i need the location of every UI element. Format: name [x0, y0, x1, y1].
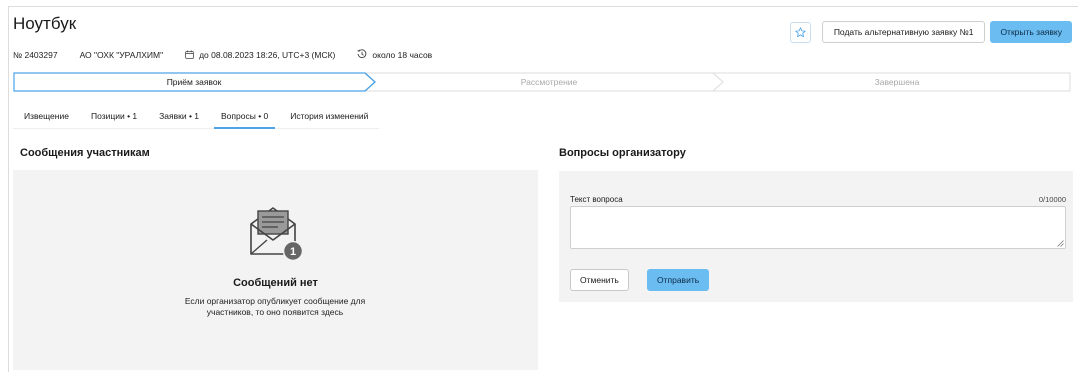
empty-state-title: Сообщений нет — [233, 277, 318, 289]
stage-progress: Приём заявок Рассмотрение Завершена — [13, 72, 1071, 92]
tab-applications[interactable]: Заявки • 1 — [148, 103, 210, 128]
deadline-text: до 08.08.2023 18:26, UTC+3 (МСК) — [199, 50, 336, 60]
questions-panel: Текст вопроса 0/10000 Отменить Отправить — [559, 171, 1073, 302]
tab-bar: Извещение Позиции • 1 Заявки • 1 Вопросы… — [13, 103, 380, 129]
favorite-button[interactable] — [789, 21, 811, 43]
tab-positions[interactable]: Позиции • 1 — [80, 103, 148, 128]
organization-name: АО "ОХК "УРАЛХИМ" — [80, 50, 164, 60]
tab-notice[interactable]: Извещение — [13, 103, 80, 128]
tab-questions[interactable]: Вопросы • 0 — [210, 103, 279, 129]
procedure-number-text: № 2403297 — [13, 50, 58, 60]
time-left: около 18 часов — [357, 49, 432, 61]
character-counter: 0/10000 — [1038, 195, 1066, 204]
page-title: Ноутбук — [13, 14, 77, 33]
question-textarea[interactable] — [570, 206, 1066, 249]
message-count-badge: 1 — [290, 246, 296, 258]
calendar-icon — [185, 49, 194, 61]
stage-completed: Завершена — [874, 77, 920, 87]
stage-receiving: Приём заявок — [166, 77, 222, 87]
alternative-application-button[interactable]: Подать альтернативную заявку №1 — [821, 21, 986, 43]
procedure-number: № 2403297 — [13, 50, 58, 60]
star-icon — [795, 26, 806, 37]
clock-icon — [357, 49, 367, 61]
send-button[interactable]: Отправить — [647, 269, 710, 291]
messages-panel: 1 Сообщений нет Если организатор опублик… — [13, 170, 538, 370]
empty-state-text: Если организатор опубликует сообщение дл… — [184, 296, 366, 317]
messages-section-title: Сообщения участникам — [20, 147, 150, 159]
questions-section-title: Вопросы организатору — [559, 147, 686, 159]
time-left-text: около 18 часов — [372, 50, 433, 60]
tab-history[interactable]: История изменений — [279, 103, 379, 128]
procedure-meta: № 2403297 АО "ОХК "УРАЛХИМ" до 08.08.202… — [13, 49, 454, 61]
deadline: до 08.08.2023 18:26, UTC+3 (МСК) — [185, 49, 336, 61]
question-field-label: Текст вопроса — [570, 195, 623, 204]
organization-text: АО "ОХК "УРАЛХИМ" — [79, 50, 164, 60]
stage-review: Рассмотрение — [520, 77, 578, 87]
cancel-button[interactable]: Отменить — [570, 269, 629, 291]
header-actions: Подать альтернативную заявку №1 Открыть … — [789, 21, 1072, 43]
open-application-button[interactable]: Открыть заявку — [990, 21, 1072, 43]
envelope-icon: 1 — [245, 200, 307, 264]
resize-handle-icon[interactable] — [1057, 240, 1064, 247]
